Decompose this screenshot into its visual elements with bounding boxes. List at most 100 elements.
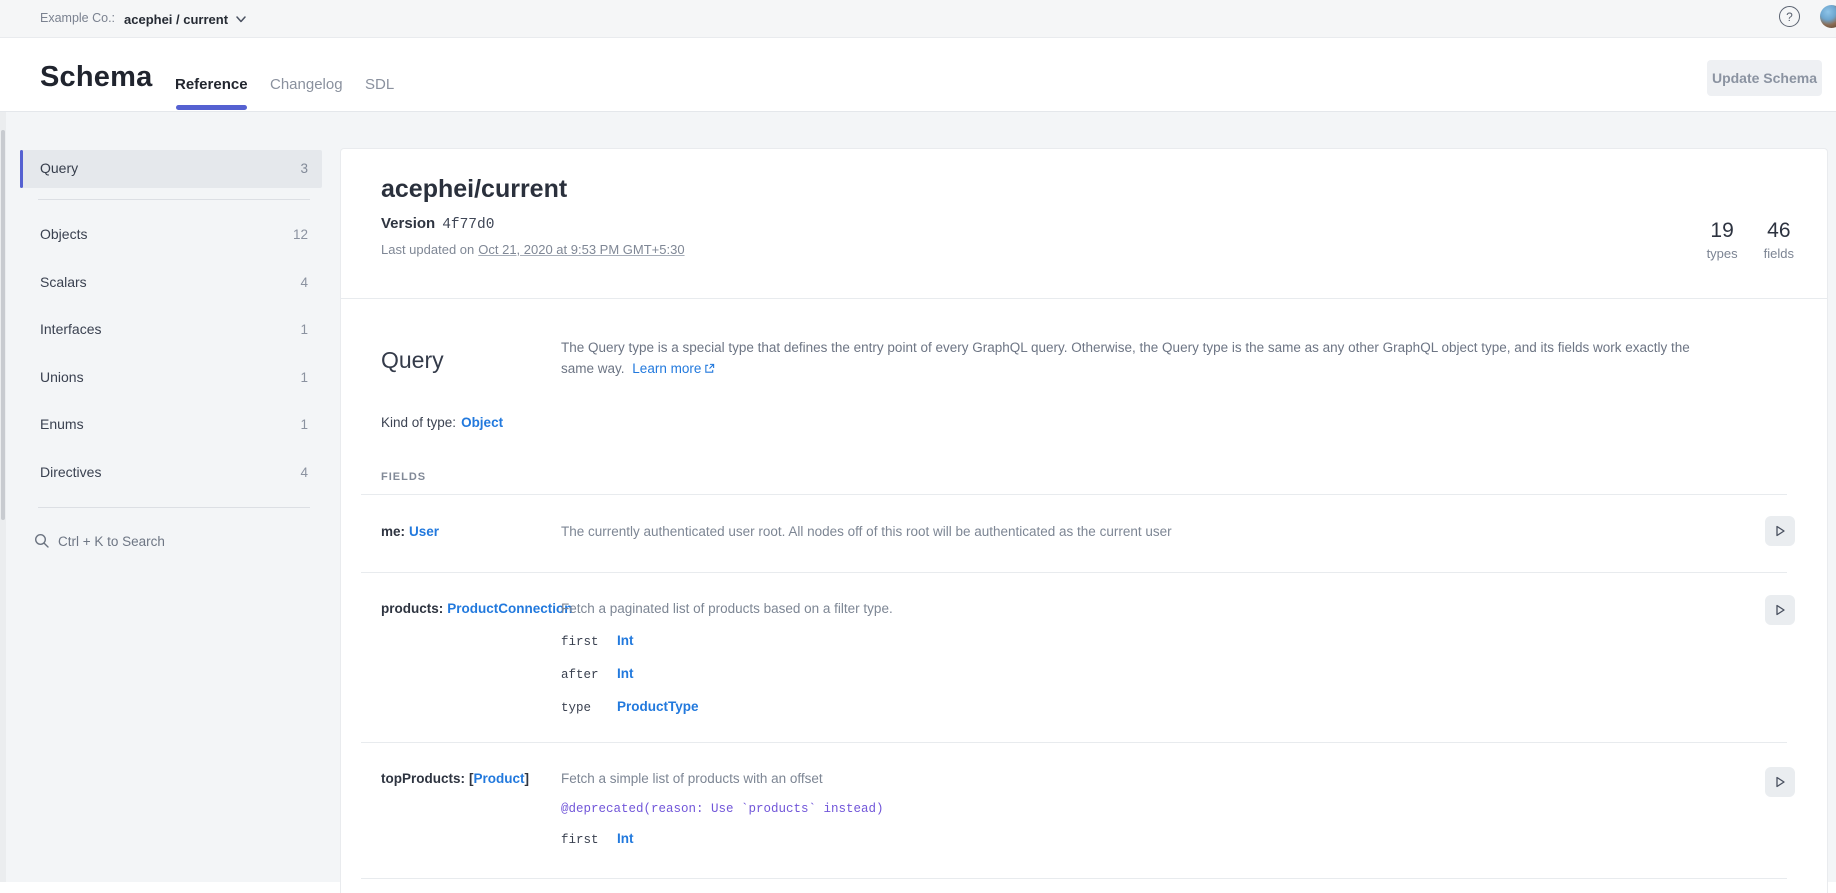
kind-label: Kind of type: [381, 415, 456, 430]
last-updated-prefix: Last updated on [381, 242, 474, 257]
sidebar-item-label: Query [40, 160, 78, 176]
field-argument: afterInt [561, 665, 634, 683]
play-icon [1773, 603, 1787, 617]
sidebar-item-interfaces[interactable]: Interfaces 1 [20, 313, 322, 347]
learn-more-link[interactable]: Learn more [632, 361, 701, 376]
sidebar-item-scalars[interactable]: Scalars 4 [20, 266, 322, 300]
top-bar: Example Co.: acephei / current ? [0, 0, 1836, 38]
sidebar-item-count: 1 [300, 322, 308, 337]
graph-selector[interactable]: acephei / current [124, 6, 246, 32]
sidebar-item-label: Enums [40, 416, 84, 432]
version-label: Version [381, 215, 435, 232]
sidebar-item-query[interactable]: Query 3 [20, 150, 322, 188]
sidebar-item-count: 1 [300, 370, 308, 385]
update-schema-button[interactable]: Update Schema [1707, 60, 1822, 96]
stat-value: 19 [1710, 219, 1733, 243]
left-scrollbar-track[interactable] [0, 112, 6, 882]
field-name-text: topProducts: [381, 771, 465, 786]
field-name-me: me: User [381, 524, 439, 539]
field-type-link[interactable]: Product [474, 771, 525, 786]
argument-type-link[interactable]: Int [617, 831, 634, 846]
run-query-button[interactable] [1765, 767, 1795, 797]
stat-value: 46 [1767, 219, 1790, 243]
graph-title: acephei/current [381, 175, 567, 204]
field-row-divider [361, 878, 1787, 879]
sidebar-item-count: 3 [300, 161, 308, 176]
tab-changelog[interactable]: Changelog [270, 76, 343, 93]
schema-reference-card: acephei/current Version 4f77d0 Last updat… [340, 148, 1828, 893]
tab-reference[interactable]: Reference [175, 76, 248, 93]
type-name-heading: Query [381, 347, 444, 374]
field-argument: typeProductType [561, 698, 699, 716]
stat-types: 19 types [1707, 219, 1738, 261]
graph-selector-label: acephei / current [124, 12, 228, 27]
field-name-text: me: [381, 524, 405, 539]
type-description: The Query type is a special type that de… [561, 337, 1711, 380]
type-description-text: The Query type is a special type that de… [561, 340, 1690, 376]
external-link-icon [704, 359, 715, 380]
field-name-topproducts: topProducts:[Product] [381, 771, 529, 786]
field-name-products: products: ProductConnection [381, 601, 573, 616]
sidebar-item-label: Scalars [40, 274, 87, 290]
sidebar-item-label: Directives [40, 464, 101, 480]
fields-divider [361, 494, 1787, 495]
field-type-link[interactable]: User [409, 524, 439, 539]
field-row-divider [361, 742, 1787, 743]
field-argument: firstInt [561, 830, 634, 848]
chevron-down-icon [236, 16, 246, 23]
search-hint: Ctrl + K to Search [58, 534, 165, 549]
stat-label: types [1707, 246, 1738, 261]
field-description: The currently authenticated user root. A… [561, 524, 1691, 539]
argument-type-link[interactable]: Int [617, 666, 634, 681]
kind-of-type-line: Kind of type: Object [381, 415, 503, 430]
argument-type-link[interactable]: Int [617, 633, 634, 648]
field-description: Fetch a simple list of products with an … [561, 771, 1691, 786]
sidebar-active-accent [20, 150, 23, 188]
play-icon [1773, 775, 1787, 789]
sidebar-item-label: Objects [40, 226, 87, 242]
argument-name: first [561, 635, 617, 649]
sidebar-item-enums[interactable]: Enums 1 [20, 408, 322, 442]
field-row-divider [361, 572, 1787, 573]
field-type-link[interactable]: ProductConnection [447, 601, 572, 616]
avatar[interactable] [1820, 5, 1836, 28]
type-bracket-close: ] [525, 771, 530, 786]
run-query-button[interactable] [1765, 516, 1795, 546]
argument-name: after [561, 668, 617, 682]
page-header: Schema Reference Changelog SDL Update Sc… [0, 39, 1836, 112]
last-updated: Last updated on Oct 21, 2020 at 9:53 PM G… [381, 242, 685, 257]
version-hash: 4f77d0 [442, 217, 494, 233]
help-icon[interactable]: ? [1779, 6, 1800, 27]
sidebar-item-count: 4 [300, 465, 308, 480]
sidebar-item-objects[interactable]: Objects 12 [20, 218, 322, 252]
kind-value-link[interactable]: Object [461, 415, 503, 430]
field-argument: firstInt [561, 632, 634, 650]
sidebar-item-unions[interactable]: Unions 1 [20, 361, 322, 395]
field-description: Fetch a paginated list of products based… [561, 601, 1691, 616]
sidebar-item-count: 1 [300, 417, 308, 432]
sidebar-item-count: 12 [293, 227, 308, 242]
argument-type-link[interactable]: ProductType [617, 699, 699, 714]
tab-sdl[interactable]: SDL [365, 76, 394, 93]
sidebar-item-label: Unions [40, 369, 84, 385]
run-query-button[interactable] [1765, 595, 1795, 625]
sidebar-item-label: Interfaces [40, 321, 101, 337]
sidebar-item-directives[interactable]: Directives 4 [20, 456, 322, 490]
org-label: Example Co.: [40, 11, 115, 25]
deprecated-directive: @deprecated(reason: Use `products` inste… [561, 802, 884, 816]
argument-name: type [561, 701, 617, 715]
sidebar-divider [38, 507, 310, 508]
schema-search[interactable]: Ctrl + K to Search [20, 528, 322, 556]
active-tab-underline [176, 105, 247, 110]
stat-label: fields [1764, 246, 1794, 261]
argument-name: first [561, 833, 617, 847]
stat-fields: 46 fields [1764, 219, 1794, 261]
last-updated-date: Oct 21, 2020 at 9:53 PM GMT+5:30 [478, 242, 684, 257]
card-divider [341, 298, 1827, 299]
version-line: Version 4f77d0 [381, 215, 494, 233]
play-icon [1773, 524, 1787, 538]
sidebar-item-count: 4 [300, 275, 308, 290]
page-title: Schema [40, 61, 152, 94]
left-scrollbar-thumb[interactable] [1, 130, 5, 520]
field-name-text: products: [381, 601, 443, 616]
